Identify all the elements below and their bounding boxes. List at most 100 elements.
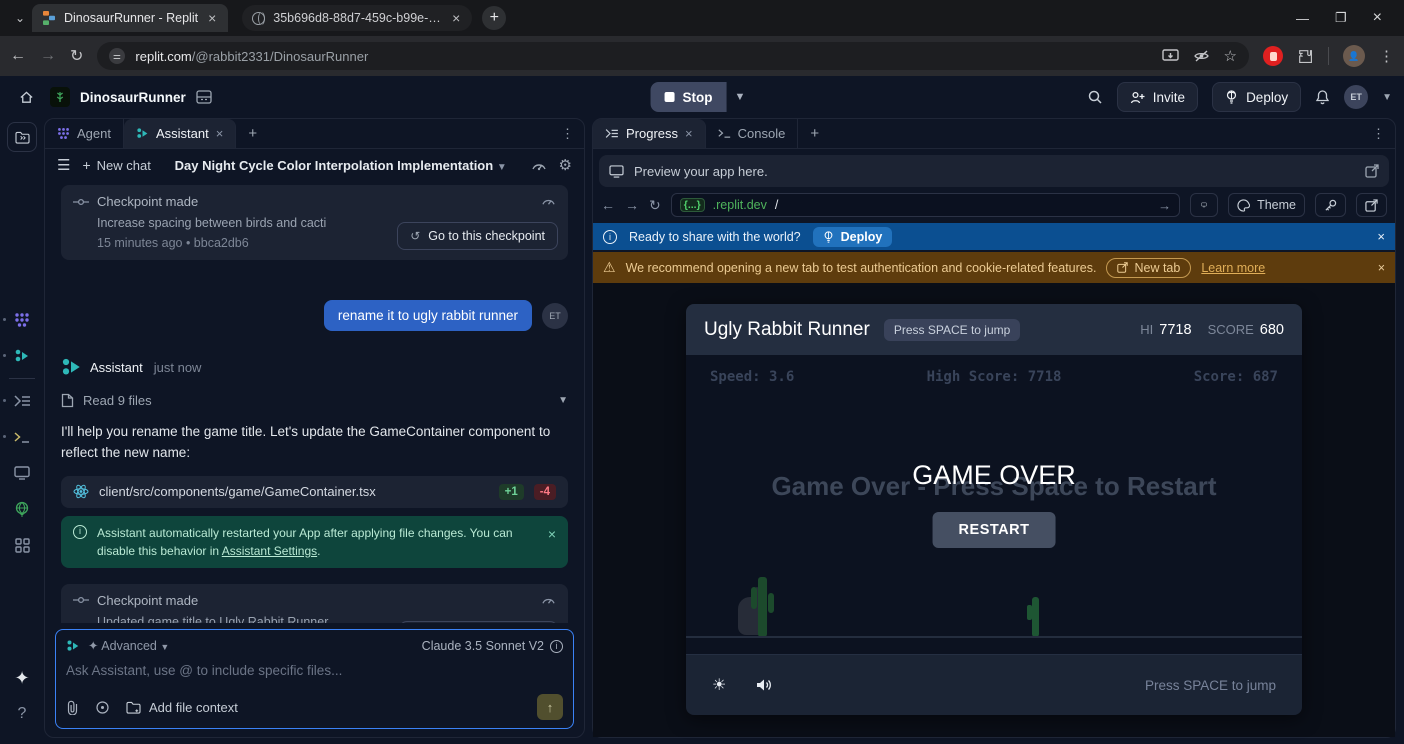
rail-apps-grid-icon[interactable] xyxy=(7,530,37,560)
browser-tab-active[interactable]: DinosaurRunner - Replit × xyxy=(32,4,228,32)
assistant-input-box[interactable]: ✦ Advanced ▼ Claude 3.5 Sonnet V2i Add f… xyxy=(55,629,574,729)
reload-button[interactable]: ↻ xyxy=(70,46,83,66)
browser-tab-2[interactable]: 35b696d8-88d7-459c-b99e-84 × xyxy=(242,5,472,31)
brightness-sun-icon[interactable]: ☀ xyxy=(712,675,726,695)
rail-agent-icon[interactable] xyxy=(7,305,37,335)
assistant-prompt-input[interactable] xyxy=(66,663,563,689)
back-button[interactable]: ← xyxy=(10,47,26,65)
devtools-button[interactable] xyxy=(1190,193,1218,217)
banner-close-icon[interactable]: × xyxy=(548,524,556,545)
rail-output-icon[interactable] xyxy=(7,458,37,488)
warning-new-tab-button[interactable]: New tab xyxy=(1106,258,1191,278)
layout-icon[interactable] xyxy=(196,90,212,104)
banner-deploy-button[interactable]: Deploy xyxy=(813,227,893,247)
restart-button[interactable]: RESTART xyxy=(933,512,1056,548)
attach-paperclip-icon[interactable] xyxy=(66,700,79,715)
preview-url-field[interactable]: {...} .replit.dev / → xyxy=(671,193,1180,217)
deploy-balloon-icon xyxy=(823,231,834,243)
search-icon[interactable] xyxy=(1087,89,1103,105)
assistant-settings-link[interactable]: Assistant Settings xyxy=(222,544,317,558)
score-label: SCORE xyxy=(1208,322,1254,337)
sound-speaker-icon[interactable] xyxy=(756,678,773,692)
invite-button[interactable]: Invite xyxy=(1117,82,1198,112)
extensions-puzzle-icon[interactable] xyxy=(1297,48,1314,65)
model-selector[interactable]: Claude 3.5 Sonnet V2i xyxy=(422,639,563,653)
rail-progress-icon[interactable] xyxy=(7,386,37,416)
notifications-bell-icon[interactable] xyxy=(1315,89,1330,105)
rail-sparkle-icon[interactable]: ✦ xyxy=(7,663,37,693)
tab-close-icon[interactable]: × xyxy=(216,126,224,141)
deploy-button[interactable]: Deploy xyxy=(1212,82,1301,112)
rail-help-icon[interactable]: ? xyxy=(7,699,37,729)
chat-list-icon[interactable]: ☰ xyxy=(57,156,70,174)
preview-back-button[interactable]: ← xyxy=(601,197,615,213)
window-maximize-button[interactable]: ❐ xyxy=(1335,10,1347,26)
go-arrow-icon[interactable]: → xyxy=(1158,198,1171,213)
install-app-icon[interactable] xyxy=(1162,49,1179,63)
usage-gauge-icon[interactable] xyxy=(531,158,547,172)
tab-agent[interactable]: Agent xyxy=(45,119,124,148)
tab-console[interactable]: Console xyxy=(706,119,799,148)
secrets-key-button[interactable] xyxy=(1315,193,1346,217)
stat-high-score: High Score: 7718 xyxy=(927,369,1062,385)
browser-toolbar: ← → ↻ ⚌ replit.com/@rabbit2331/DinosaurR… xyxy=(0,36,1404,76)
stop-button[interactable]: Stop xyxy=(651,82,727,112)
account-chevron-icon[interactable]: ▼ xyxy=(1382,92,1392,103)
tab-search-chevron-icon[interactable]: ⌄ xyxy=(8,11,32,25)
add-tab-button[interactable]: + xyxy=(798,119,831,148)
new-tab-button[interactable]: + xyxy=(482,6,506,30)
window-minimize-button[interactable]: — xyxy=(1296,11,1309,26)
account-avatar[interactable]: ET xyxy=(1344,85,1368,109)
advanced-mode-selector[interactable]: ✦ Advanced ▼ xyxy=(88,638,169,653)
game-canvas[interactable]: Speed: 3.6 High Score: 7718 Score: 687 G… xyxy=(686,355,1302,654)
eye-off-icon[interactable] xyxy=(1193,49,1210,63)
chat-title-dropdown[interactable]: Day Night Cycle Color Interpolation Impl… xyxy=(163,158,519,173)
forward-button[interactable]: → xyxy=(40,47,56,65)
bookmark-star-icon[interactable]: ☆ xyxy=(1224,47,1237,65)
workspace-app-name[interactable]: DinosaurRunner xyxy=(80,90,186,105)
chat-scroll-area[interactable]: Checkpoint made Increase spacing between… xyxy=(45,181,584,623)
rail-shell-icon[interactable] xyxy=(7,422,37,452)
open-new-tab-button[interactable] xyxy=(1356,193,1387,217)
tab2-close-icon[interactable]: × xyxy=(450,10,462,26)
home-button[interactable] xyxy=(12,83,40,111)
model-info-icon[interactable]: i xyxy=(550,640,563,653)
goto-checkpoint-button[interactable]: ↺ Go to this checkpoint xyxy=(397,222,558,250)
add-file-context-button[interactable]: Add file context xyxy=(126,700,238,715)
tab-close-icon[interactable]: × xyxy=(206,10,218,26)
undo-changes-button[interactable]: ↺ Undo these changes xyxy=(399,621,558,623)
window-close-button[interactable]: × xyxy=(1373,9,1382,27)
browser-profile-avatar[interactable]: 👤 xyxy=(1343,45,1365,67)
recording-extension-icon[interactable] xyxy=(1263,46,1283,66)
send-button[interactable]: ↑ xyxy=(537,694,563,720)
add-tab-button[interactable]: + xyxy=(236,119,269,148)
file-tree-toggle[interactable] xyxy=(7,122,37,152)
rail-assistant-icon[interactable] xyxy=(7,341,37,371)
open-external-icon[interactable] xyxy=(1365,164,1379,178)
rail-deployment-icon[interactable] xyxy=(7,494,37,524)
theme-button[interactable]: Theme xyxy=(1228,193,1305,217)
preview-reload-button[interactable]: ↻ xyxy=(649,197,661,214)
banner-close-icon[interactable]: × xyxy=(1378,261,1385,275)
site-settings-icon[interactable]: ⚌ xyxy=(109,48,125,64)
learn-more-link[interactable]: Learn more xyxy=(1201,261,1265,275)
banner-close-icon[interactable]: × xyxy=(1377,229,1385,244)
replit-dev-domain: .replit.dev xyxy=(713,198,767,212)
chevron-down-icon[interactable]: ▼ xyxy=(558,395,568,406)
assistant-settings-gear-icon[interactable]: ⚙ xyxy=(559,156,572,174)
file-change-chip[interactable]: client/src/components/game/GameContainer… xyxy=(61,476,568,508)
preview-address-row[interactable]: Preview your app here. xyxy=(599,155,1389,187)
address-bar[interactable]: ⚌ replit.com/@rabbit2331/DinosaurRunner … xyxy=(97,42,1249,70)
tab-progress[interactable]: Progress × xyxy=(593,119,706,148)
preview-forward-button[interactable]: → xyxy=(625,197,639,213)
read-files-expander[interactable]: Read 9 files ▼ xyxy=(61,393,568,408)
monitor-icon xyxy=(609,165,624,178)
new-chat-button[interactable]: +New chat xyxy=(82,157,150,173)
tab-close-icon[interactable]: × xyxy=(685,126,693,141)
browser-menu-icon[interactable]: ⋮ xyxy=(1379,47,1394,65)
context-target-icon[interactable] xyxy=(95,700,110,715)
panel-menu-icon[interactable]: ⋮ xyxy=(1362,119,1395,148)
panel-menu-icon[interactable]: ⋮ xyxy=(551,119,584,148)
tab-assistant[interactable]: Assistant × xyxy=(124,119,236,148)
run-options-chevron[interactable]: ▼ xyxy=(727,82,754,112)
